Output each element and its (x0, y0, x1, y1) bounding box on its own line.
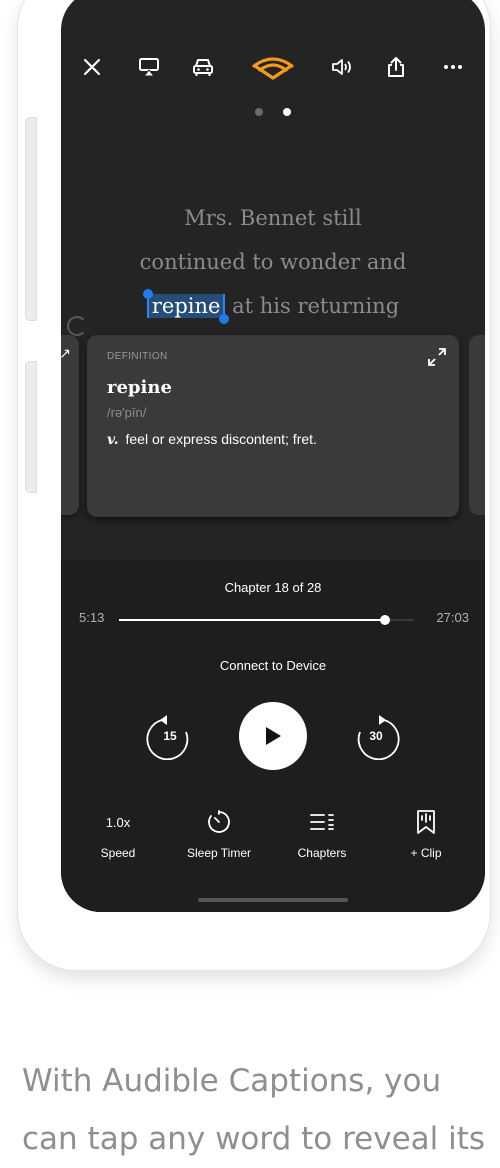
speed-value: 1.0x (105, 814, 131, 830)
power-side-button (26, 362, 36, 492)
chapters-control[interactable]: Chapters (277, 808, 367, 860)
expand-icon[interactable] (427, 347, 447, 367)
remaining-time: 27:03 (436, 610, 469, 625)
speed-control[interactable]: 1.0x Speed (73, 808, 163, 861)
selected-word[interactable]: repine (142, 289, 230, 324)
skip-back-button[interactable]: 15 (146, 712, 194, 760)
next-card[interactable] (469, 335, 485, 515)
car-mode-icon[interactable] (188, 52, 218, 82)
audible-logo-icon (248, 52, 298, 82)
caption-line: repine at his returning (91, 284, 455, 328)
promo-line: With Audible Captions, you (22, 1063, 442, 1099)
progress-fill (119, 619, 385, 621)
page-indicator (61, 108, 485, 116)
previous-card[interactable]: ↗ (61, 335, 79, 515)
home-indicator[interactable] (198, 898, 348, 902)
clip-icon (381, 808, 471, 836)
play-icon (266, 727, 281, 745)
add-clip-control[interactable]: + Clip (381, 808, 471, 860)
skip-forward-button[interactable]: 30 (352, 712, 400, 760)
definition-label: DEFINITION (107, 351, 168, 362)
clip-label: + Clip (410, 846, 442, 860)
selection-end-handle[interactable] (219, 314, 230, 324)
airplay-icon[interactable] (134, 52, 164, 82)
skip-forward-seconds: 30 (369, 729, 383, 743)
definition-word: repine (107, 377, 172, 398)
top-bar (61, 52, 485, 82)
chapters-label: Chapters (297, 846, 347, 860)
part-of-speech: v. (107, 432, 119, 448)
definition-pronunciation: /rə'pīn/ (107, 405, 147, 420)
page-dot[interactable] (255, 108, 263, 116)
promo-text: With Audible Captions, you can tap any w… (22, 1052, 492, 1168)
sleep-timer-label: Sleep Timer (186, 846, 252, 860)
chapters-icon (277, 808, 367, 836)
speed-label: Speed (100, 846, 136, 860)
app-screen: Mrs. Bennet still continued to wonder an… (61, 0, 485, 912)
caption-text: Mrs. Bennet still continued to wonder an… (91, 196, 455, 328)
skip-back-seconds: 15 (163, 729, 177, 743)
promo-line: can tap any word to reveal its (22, 1121, 486, 1157)
moon-icon (67, 316, 87, 336)
page-dot-active[interactable] (283, 108, 291, 116)
volume-side-button (26, 118, 36, 320)
chapter-label[interactable]: Chapter 18 of 28 (61, 580, 485, 595)
player-panel: Chapter 18 of 28 5:13 27:03 Connect to D… (61, 560, 485, 912)
more-icon[interactable] (438, 52, 468, 82)
definition-meaning-text: feel or express discontent; fret. (125, 431, 317, 447)
selected-word-text: repine (151, 294, 221, 318)
caption-line-rest[interactable]: at his returning (232, 294, 399, 318)
share-icon[interactable] (381, 52, 411, 82)
volume-icon[interactable] (327, 52, 357, 82)
elapsed-time: 5:13 (79, 610, 105, 625)
definition-meaning: v. feel or express discontent; fret. (107, 431, 317, 448)
connect-to-device-button[interactable]: Connect to Device (61, 658, 485, 673)
sleep-timer-control[interactable]: Sleep Timer (174, 808, 264, 860)
expand-icon[interactable]: ↗ (61, 345, 71, 362)
phone-frame: Mrs. Bennet still continued to wonder an… (18, 0, 490, 970)
sleep-timer-icon (174, 808, 264, 836)
progress-track[interactable] (119, 615, 414, 625)
definition-card[interactable]: DEFINITION repine /rə'pīn/ v. feel or ex… (87, 335, 459, 517)
close-icon[interactable] (77, 52, 107, 82)
play-button[interactable] (239, 702, 307, 770)
selection-start-handle[interactable] (142, 289, 153, 299)
caption-line[interactable]: continued to wonder and (91, 240, 455, 284)
progress-knob[interactable] (379, 615, 390, 625)
caption-line[interactable]: Mrs. Bennet still (91, 196, 455, 240)
